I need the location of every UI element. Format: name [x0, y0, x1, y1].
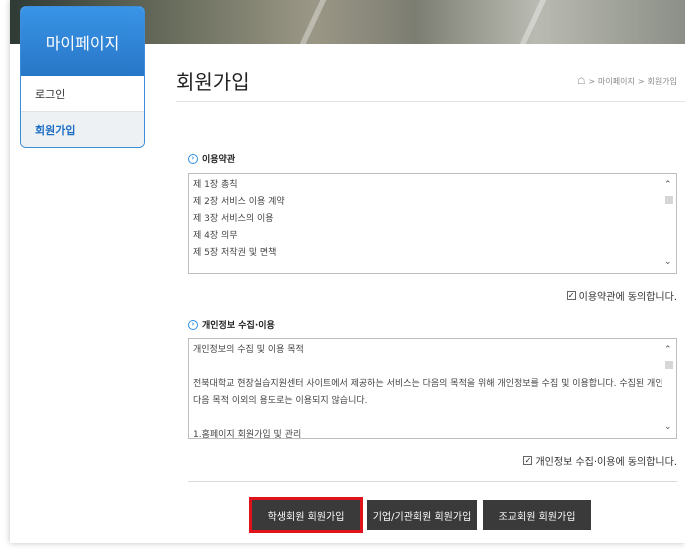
terms-agree-checkbox[interactable]: ✓ — [566, 291, 576, 300]
chevron-circle-icon: › — [188, 319, 198, 330]
breadcrumb-item[interactable]: 회원가입 — [648, 76, 677, 87]
privacy-line: 다음 목적 이외의 용도로는 이용되지 않습니다. — [193, 396, 368, 406]
chevron-circle-icon: › — [188, 153, 198, 164]
scroll-down-icon[interactable]: ⌄ — [664, 257, 672, 267]
breadcrumb-separator: > — [588, 77, 596, 86]
title-divider — [176, 101, 685, 102]
banner-decoration — [299, 0, 327, 44]
scroll-up-icon[interactable]: ⌃ — [664, 180, 672, 190]
terms-line: 제 2장 서비스 이용 계약 — [193, 197, 285, 207]
home-icon[interactable]: ☖ — [577, 77, 585, 87]
assistant-signup-button[interactable]: 조교회원 회원가입 — [483, 500, 591, 530]
bottom-divider — [188, 481, 677, 482]
terms-agree[interactable]: ✓ 이용약관에 동의합니다. — [566, 288, 677, 303]
sidebar: 마이페이지 로그인 회원가입 — [20, 6, 145, 148]
scroll-down-icon[interactable]: ⌄ — [664, 422, 672, 432]
sidebar-item-login[interactable]: 로그인 — [21, 76, 144, 112]
privacy-heading: › 개인정보 수집·이용 — [188, 318, 275, 331]
student-signup-button[interactable]: 학생회원 회원가입 — [249, 497, 363, 533]
terms-textarea[interactable]: 제 1장 총칙 제 2장 서비스 이용 계약 제 3장 서비스의 이용 제 4장… — [188, 173, 677, 274]
scroll-thumb[interactable] — [665, 196, 673, 204]
terms-scrollbar[interactable]: ⌃ ⌄ — [662, 174, 676, 273]
terms-heading-text: 이용약관 — [202, 155, 236, 165]
privacy-line — [189, 410, 676, 427]
privacy-line: 1.홈페이지 회원가입 및 관리 — [193, 430, 302, 439]
breadcrumb: ☖ > 마이페이지 > 회원가입 — [577, 76, 677, 87]
privacy-line: 개인정보의 수집 및 이용 목적 — [193, 345, 304, 355]
terms-line: 제 1장 총칙 — [193, 180, 238, 190]
breadcrumb-item[interactable]: 마이페이지 — [598, 76, 635, 87]
privacy-line: 전북대학교 현장실습지원센터 사이트에서 제공하는 서비스는 다음의 목적을 위… — [193, 379, 677, 389]
terms-line: 제 5장 저작권 및 면책 — [193, 248, 277, 258]
privacy-agree-checkbox[interactable]: ✓ — [523, 456, 533, 465]
privacy-line — [189, 359, 676, 376]
privacy-content: 개인정보의 수집 및 이용 목적 전북대학교 현장실습지원센터 사이트에서 제공… — [189, 339, 677, 439]
privacy-heading-text: 개인정보 수집·이용 — [202, 321, 275, 331]
privacy-agree[interactable]: ✓ 개인정보 수집·이용에 동의합니다. — [523, 453, 677, 468]
terms-heading: › 이용약관 — [188, 152, 235, 165]
company-signup-button[interactable]: 기업/기관회원 회원가입 — [367, 500, 477, 530]
page-title: 회원가입 — [176, 70, 250, 94]
terms-agree-label[interactable]: 이용약관에 동의합니다. — [579, 288, 677, 303]
scroll-thumb[interactable] — [665, 361, 673, 369]
breadcrumb-separator: > — [637, 77, 645, 86]
sidebar-title: 마이페이지 — [21, 7, 144, 76]
terms-line: 제 4장 의무 — [193, 231, 238, 241]
terms-line: 제 3장 서비스의 이용 — [193, 214, 274, 224]
terms-content: 제 1장 총칙 제 2장 서비스 이용 계약 제 3장 서비스의 이용 제 4장… — [189, 174, 676, 262]
scroll-up-icon[interactable]: ⌃ — [664, 345, 672, 355]
banner-decoration — [519, 0, 547, 44]
sidebar-item-signup[interactable]: 회원가입 — [21, 112, 144, 147]
privacy-textarea[interactable]: 개인정보의 수집 및 이용 목적 전북대학교 현장실습지원센터 사이트에서 제공… — [188, 338, 677, 439]
page-frame: 마이페이지 로그인 회원가입 회원가입 ☖ > 마이페이지 > 회원가입 › 이… — [10, 0, 685, 543]
privacy-agree-label[interactable]: 개인정보 수집·이용에 동의합니다. — [535, 453, 677, 468]
privacy-scrollbar[interactable]: ⌃ ⌄ — [662, 339, 676, 438]
